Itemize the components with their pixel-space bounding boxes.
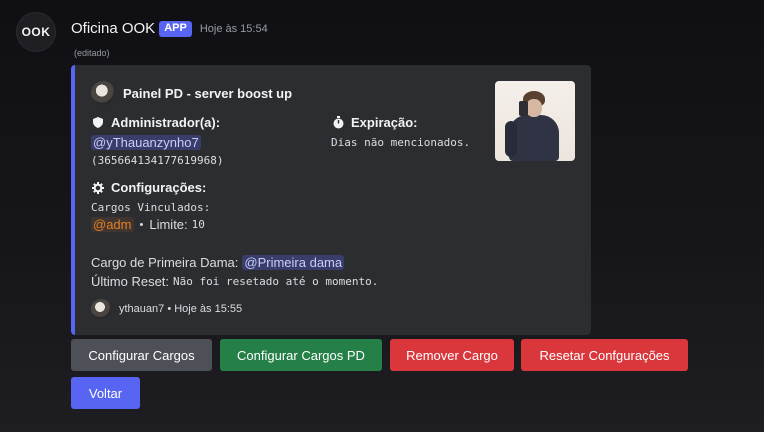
field-config: Configurações: Cargos Vinculados: @adm •… bbox=[91, 180, 210, 232]
configure-roles-pd-button[interactable]: Configurar Cargos PD bbox=[220, 339, 382, 371]
field-admin: Administrador(a): @yThauanzynho7 (365664… bbox=[91, 115, 223, 167]
expiration-value: Dias não mencionados. bbox=[331, 136, 471, 149]
bullet-separator: • bbox=[139, 218, 144, 231]
limit-value: 10 bbox=[191, 218, 205, 231]
embed-card: Painel PD - server boost up Administrado… bbox=[71, 65, 591, 335]
reset-settings-button[interactable]: Resetar Confgurações bbox=[521, 339, 688, 371]
thumb-face bbox=[526, 99, 542, 117]
limit-label: Limite: bbox=[149, 217, 188, 232]
first-lady-line: Cargo de Primeira Dama: @Primeira dama bbox=[91, 255, 345, 270]
shield-icon bbox=[91, 117, 105, 128]
admin-mention[interactable]: @yThauanzynho7 bbox=[91, 135, 201, 150]
linked-roles-label: Cargos Vinculados: bbox=[91, 201, 211, 214]
embed-author-name: Painel PD - server boost up bbox=[123, 85, 293, 101]
back-button[interactable]: Voltar bbox=[71, 377, 140, 409]
gear-icon bbox=[91, 181, 105, 194]
footer-avatar bbox=[91, 299, 111, 319]
configure-roles-button[interactable]: Configurar Cargos bbox=[71, 339, 212, 371]
first-lady-label: Cargo de Primeira Dama: bbox=[91, 255, 239, 270]
bot-avatar[interactable]: OOK bbox=[16, 12, 56, 52]
expiration-label: Expiração: bbox=[351, 115, 418, 130]
footer-text: ythauan7 • Hoje às 15:55 bbox=[119, 303, 243, 315]
edited-label: (editado) bbox=[74, 48, 110, 58]
last-reset-label: Último Reset: bbox=[91, 274, 170, 289]
author-name[interactable]: Oficina OOK bbox=[71, 20, 155, 37]
role-mention-adm[interactable]: @adm bbox=[91, 217, 134, 232]
app-badge: APP bbox=[159, 20, 192, 37]
config-label: Configurações: bbox=[111, 180, 207, 195]
embed-author-avatar bbox=[91, 81, 115, 105]
thumb-arm bbox=[505, 121, 517, 157]
last-reset-line: Último Reset: Não foi resetado até o mom… bbox=[91, 274, 378, 289]
avatar-text: OOK bbox=[21, 25, 51, 39]
stopwatch-icon bbox=[331, 116, 345, 129]
message-header: Oficina OOK APP Hoje às 15:54 bbox=[71, 20, 268, 37]
message-timestamp: Hoje às 15:54 bbox=[199, 22, 268, 35]
field-expiration: Expiração: Dias não mencionados. bbox=[331, 115, 470, 149]
last-reset-value: Não foi resetado até o momento. bbox=[173, 275, 379, 288]
embed-footer: ythauan7 • Hoje às 15:55 bbox=[91, 299, 242, 319]
admin-label: Administrador(a): bbox=[111, 115, 221, 130]
embed-thumbnail[interactable] bbox=[495, 81, 575, 161]
thumb-phone bbox=[519, 101, 528, 116]
first-lady-mention[interactable]: @Primeira dama bbox=[242, 255, 345, 270]
embed-author: Painel PD - server boost up bbox=[91, 81, 292, 105]
admin-id: (365664134177619968) bbox=[91, 154, 224, 167]
remove-role-button[interactable]: Remover Cargo bbox=[390, 339, 514, 371]
